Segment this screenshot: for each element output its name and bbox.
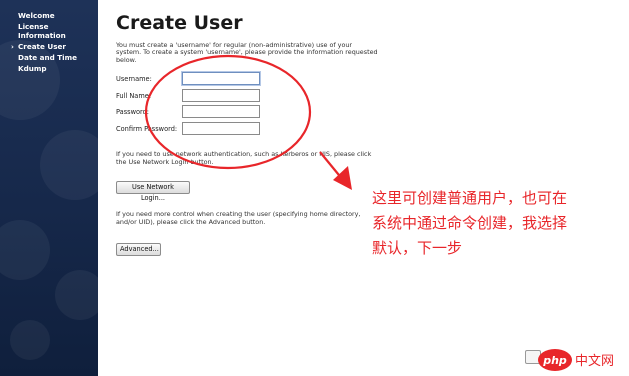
annotation-ellipse bbox=[144, 54, 312, 170]
logo-cn-text: 中文网 bbox=[575, 354, 614, 369]
annotation-line: 这里可创建普通用户，也可在 bbox=[372, 189, 568, 207]
logo-php-text: php bbox=[542, 354, 567, 367]
annotation-line: 默认，下一步 bbox=[372, 239, 463, 257]
annotation-line: 系统中通过命令创建，我选择 bbox=[372, 214, 568, 232]
annotation-text: 这里可创建普通用户，也可在 系统中通过命令创建，我选择 默认，下一步 bbox=[372, 186, 622, 261]
php-cn-logo: php 中文网 bbox=[538, 349, 614, 371]
